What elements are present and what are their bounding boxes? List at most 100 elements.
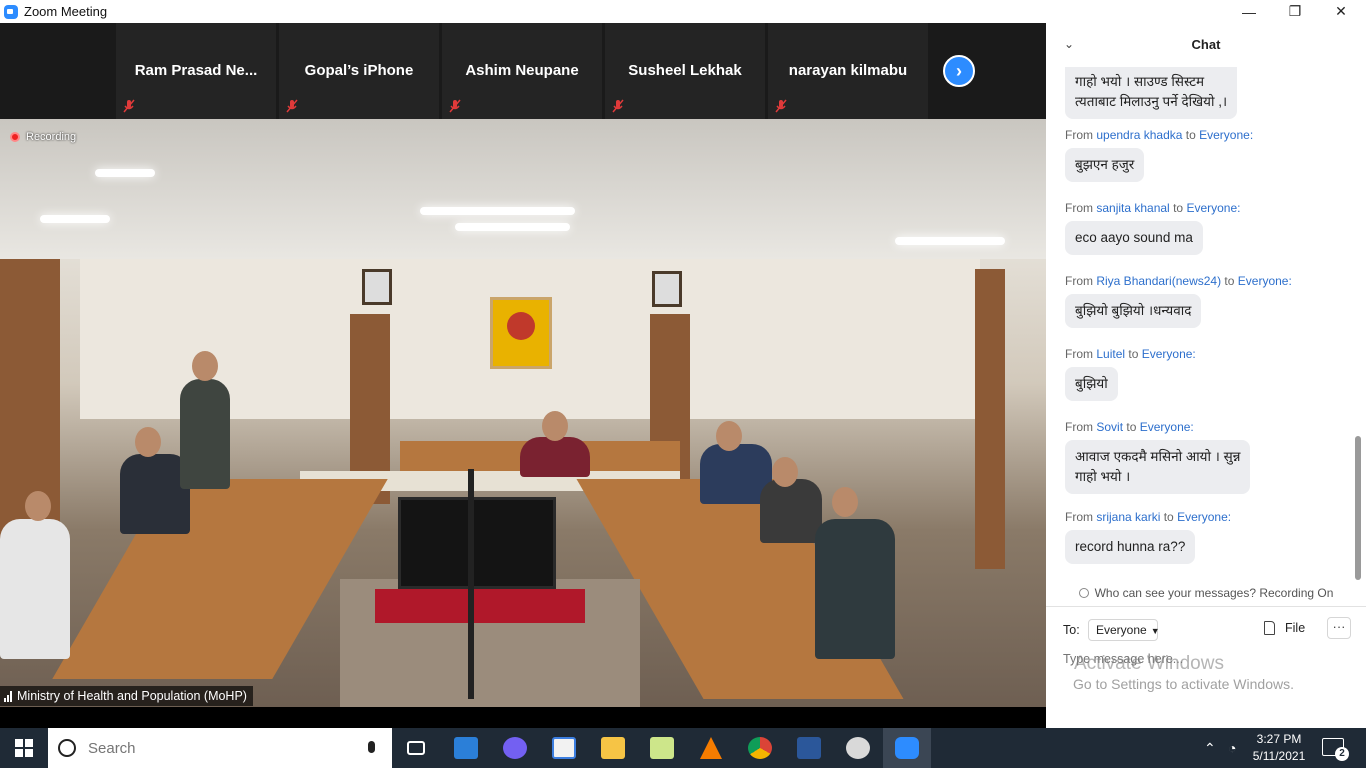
chat-sender[interactable]: sanjita khanal	[1096, 201, 1169, 215]
chat-recipient[interactable]: Everyone:	[1238, 274, 1292, 288]
chat-bubble[interactable]: गाहो भयो । साउण्ड सिस्टम त्यताबाट मिलाउन…	[1065, 67, 1238, 119]
notification-count-badge: 2	[1335, 747, 1349, 761]
mail-button[interactable]	[442, 728, 490, 768]
chrome-button[interactable]	[736, 728, 784, 768]
next-page-button[interactable]: ›	[943, 55, 975, 87]
chat-recipient[interactable]: Everyone:	[1140, 420, 1194, 434]
chat-message: From upendra khadka to Everyone: बुझएन ह…	[1065, 128, 1253, 182]
chat-message: From Sovit to Everyone: आवाज एकदमै मसिनो…	[1065, 420, 1251, 494]
chat-recipient[interactable]: Everyone:	[1142, 347, 1196, 361]
chat-bubble[interactable]: record hunna ra??	[1065, 530, 1196, 564]
chat-message: From sanjita khanal to Everyone: eco aay…	[1065, 201, 1240, 255]
title-bar: Zoom Meeting — ❐ ✕	[0, 0, 1366, 23]
signal-bars-icon	[4, 690, 12, 702]
viber-icon	[503, 737, 527, 759]
participant-tile[interactable]: Ram Prasad Ne...	[116, 23, 276, 119]
chat-from-line: From Luitel to Everyone:	[1065, 347, 1196, 361]
notepad-icon	[650, 737, 674, 759]
taskbar-search[interactable]	[48, 728, 392, 768]
network-button[interactable]: ◔	[1228, 728, 1236, 768]
chat-bubble[interactable]: आवाज एकदमै मसिनो आयो । सुन्न गाहो भयो ।	[1065, 440, 1251, 494]
participant-name: Ashim Neupane	[465, 62, 579, 79]
video-person-head	[135, 427, 161, 457]
participant-name: Ram Prasad Ne...	[134, 62, 258, 79]
participant-tile[interactable]: Susheel Lekhak	[605, 23, 765, 119]
participant-tile[interactable]: Gopal’s iPhone	[279, 23, 439, 119]
chat-from-line: From Sovit to Everyone:	[1065, 420, 1194, 434]
viber-button[interactable]	[491, 728, 539, 768]
chat-sender[interactable]: upendra khadka	[1096, 128, 1182, 142]
show-hidden-icons-button[interactable]: ⌃	[1204, 728, 1216, 768]
close-button[interactable]: ✕	[1318, 0, 1364, 23]
chat-messages[interactable]: गाहो भयो । साउण्ड सिस्टम त्यताबाट मिलाउन…	[1046, 67, 1366, 587]
more-options-button[interactable]: ···	[1327, 617, 1351, 639]
chat-bubble[interactable]: बुझियो	[1065, 367, 1118, 401]
chat-bubble[interactable]: eco aayo sound ma	[1065, 221, 1203, 255]
taskbar: ⌃ ◔ 3:27 PM 5/11/2021 2	[0, 728, 1366, 768]
mic-muted-icon	[286, 99, 298, 113]
zoom-taskbar-button[interactable]	[883, 728, 931, 768]
main-video: Recording Ministry of Health and Populat…	[0, 119, 1046, 707]
chat-sender[interactable]: Luitel	[1096, 347, 1125, 361]
clock[interactable]: 3:27 PM 5/11/2021	[1248, 731, 1310, 765]
window-title: Zoom Meeting	[24, 4, 108, 19]
video-person	[180, 379, 230, 489]
speaker-name: Ministry of Health and Population (MoHP)	[17, 689, 247, 703]
vlc-icon	[700, 737, 722, 759]
participant-tile[interactable]: narayan kilmabu	[768, 23, 928, 119]
video-person-head	[192, 351, 218, 381]
start-button[interactable]	[0, 728, 48, 768]
participant-tile[interactable]: Ashim Neupane	[442, 23, 602, 119]
clock-time: 3:27 PM	[1256, 732, 1302, 746]
file-icon	[1264, 621, 1275, 635]
participant-name: Gopal’s iPhone	[304, 62, 414, 79]
file-explorer-icon	[601, 737, 625, 759]
file-button[interactable]: File	[1264, 621, 1305, 635]
zoom-icon	[4, 4, 18, 19]
recording-indicator: Recording	[10, 131, 76, 143]
minimize-button[interactable]: —	[1226, 0, 1272, 23]
recording-dot-icon	[10, 132, 20, 142]
video-red-cloth	[375, 589, 585, 623]
chat-scrollbar[interactable]	[1355, 73, 1361, 593]
activate-windows-hint: Go to Settings to activate Windows.	[1073, 676, 1294, 692]
chat-bubble[interactable]: बुझएन हजुर	[1065, 148, 1145, 182]
notepad-button[interactable]	[638, 728, 686, 768]
video-person	[520, 437, 590, 477]
chat-message-input[interactable]	[1063, 650, 1353, 668]
who-can-see-link[interactable]: Who can see your messages? Recording On	[1046, 586, 1366, 600]
vlc-button[interactable]	[687, 728, 735, 768]
paint-button[interactable]	[834, 728, 882, 768]
recipient-select[interactable]: Everyone ▼	[1088, 619, 1160, 641]
chat-recipient[interactable]: Everyone:	[1186, 201, 1240, 215]
video-person-head	[542, 411, 568, 441]
microphone-icon[interactable]	[368, 741, 375, 753]
chat-recipient[interactable]: Everyone:	[1199, 128, 1253, 142]
chat-recipient[interactable]: Everyone:	[1177, 510, 1231, 524]
video-person-head	[772, 457, 798, 487]
participant-name: Susheel Lekhak	[628, 62, 742, 79]
chat-bubble[interactable]: बुझियो बुझियो ।धन्यवाद	[1065, 294, 1202, 328]
chat-sender[interactable]: Sovit	[1096, 420, 1123, 434]
search-icon	[58, 739, 76, 757]
chat-from-line: From sanjita khanal to Everyone:	[1065, 201, 1241, 215]
to-label: To:	[1063, 623, 1080, 637]
person-icon	[1078, 588, 1089, 598]
search-input[interactable]	[88, 739, 348, 757]
chat-sender[interactable]: Riya Bhandari(news24)	[1096, 274, 1221, 288]
video-light	[455, 223, 570, 231]
video-left-table	[52, 479, 388, 679]
mic-muted-icon	[612, 99, 624, 113]
chat-scrollbar-thumb[interactable]	[1355, 436, 1361, 580]
store-button[interactable]	[540, 728, 588, 768]
chevron-up-icon: ⌃	[1204, 739, 1216, 756]
word-button[interactable]	[785, 728, 833, 768]
mic-muted-icon	[775, 99, 787, 113]
restore-button[interactable]: ❐	[1272, 0, 1318, 23]
mail-icon	[454, 737, 478, 759]
file-explorer-button[interactable]	[589, 728, 637, 768]
task-view-button[interactable]	[392, 728, 440, 768]
chat-sender[interactable]: srijana karki	[1096, 510, 1160, 524]
notification-center-button[interactable]: 2	[1322, 738, 1349, 761]
task-view-icon	[407, 741, 425, 755]
